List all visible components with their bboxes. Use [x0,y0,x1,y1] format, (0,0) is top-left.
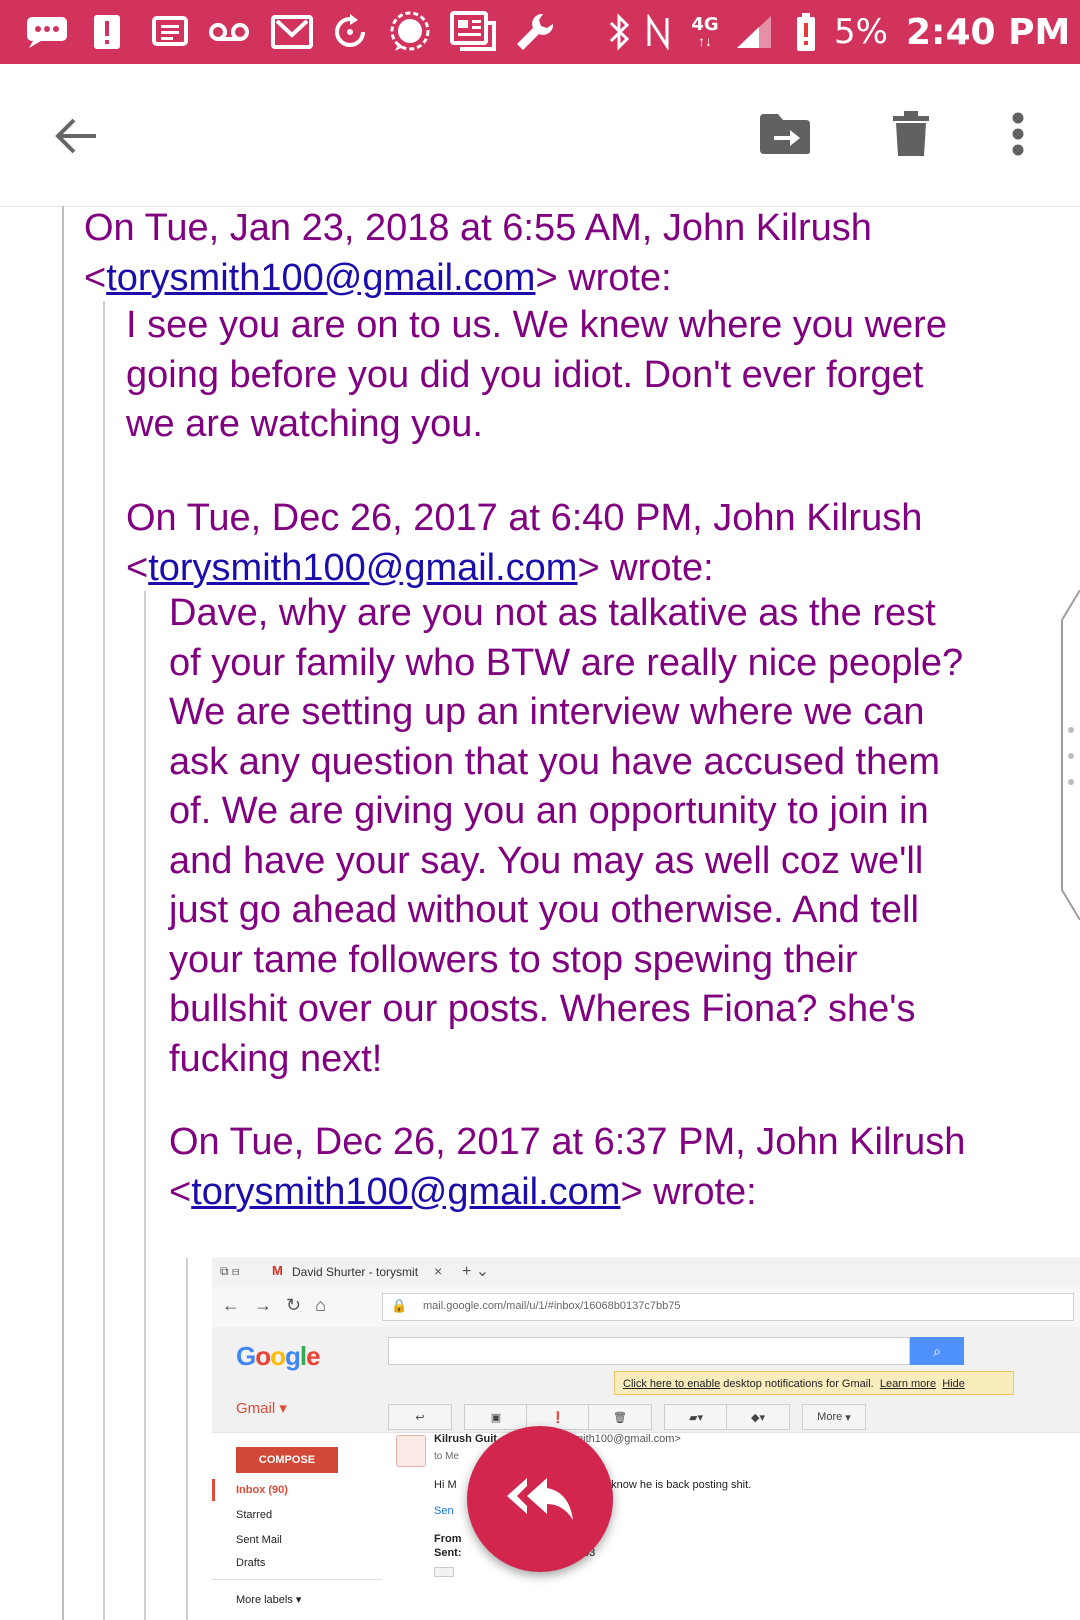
browser-address-bar: ←→↻⌂ 🔒 mail.google.com/mail/u/1/#inbox/1… [212,1287,1080,1328]
close-tab-icon: × [434,1263,443,1279]
inbox-indicator [212,1479,215,1501]
sender-name: Kilrush Guit [434,1433,497,1445]
quote-bar-level-1 [62,206,64,1620]
back-button[interactable] [40,106,110,166]
nav-sent-mail: Sent Mail [236,1534,282,1546]
app-bar [0,64,1080,207]
move-to-folder-icon [760,114,810,154]
reply-all-button[interactable] [467,1426,613,1572]
browser-nav-icons: ←→↻⌂ [222,1295,340,1315]
browser-tab-bar: ⧉ ⊟ M David Shurter - torysmit × + ⌄ [212,1257,1080,1288]
sender-email-link[interactable]: torysmith100@gmail.com [148,547,577,589]
more-toolbar-button: More ▾ [802,1404,866,1430]
tab-window-icon: ⧉ ⊟ [220,1264,240,1278]
edge-panel-handle[interactable] [1058,589,1080,921]
alert-icon [92,14,122,50]
delete-icon [893,111,929,156]
folder-toolbar-button: ▰▾ [664,1404,728,1430]
quote-bar-level-3 [144,591,146,1620]
sync-icon [330,14,370,50]
nfc-icon [642,14,674,50]
battery-percent: 5% [834,12,888,52]
quote-body-1: I see you are on to us. We knew where yo… [126,304,947,445]
quote-header-3: On Tue, Dec 26, 2017 at 6:37 PM, John Ki… [169,1121,966,1213]
quote-bar-level-4 [186,1258,188,1620]
to-line: to Me [434,1451,460,1462]
gmail-favicon-icon: M [272,1263,283,1278]
show-trimmed-icon [434,1567,454,1577]
lock-icon: 🔒 [391,1298,408,1313]
nav-more-labels: More labels ▾ [236,1594,302,1606]
network-4g-icon: 4G ↑↓ [691,14,719,49]
quote-bar-level-2 [103,301,105,1620]
news-icon [450,11,496,51]
nav-divider [212,1579,382,1580]
cell-signal-icon [734,14,774,50]
browser-tab-title: David Shurter - torysmit [292,1265,419,1279]
embedded-gmail-screenshot: ⧉ ⊟ M David Shurter - torysmit × + ⌄ ←→↻… [212,1257,1080,1620]
body-start: Hi M [434,1479,457,1491]
clock: 2:40 PM [906,12,1071,53]
sender-email-link[interactable]: torysmith100@gmail.com [106,257,535,299]
more-options-button[interactable] [998,104,1038,164]
message-icon [150,14,190,50]
signal-app-icon [386,11,434,51]
gmail-search-icon: ⌕ [910,1337,964,1365]
move-to-button[interactable] [752,104,818,164]
status-bar: 4G ↑↓ 5% 2:40 PM [0,0,1080,64]
label-toolbar-button: ◆▾ [726,1404,790,1430]
sent-link: Sen [434,1505,454,1517]
gmail-label: Gmail ▾ [236,1400,287,1417]
trash-toolbar-button: 🗑 [588,1404,652,1430]
message-body: On Tue, Jan 23, 2018 at 6:55 AM, John Ki… [0,206,1080,1620]
quote-header-1: On Tue, Jan 23, 2018 at 6:55 AM, John Ki… [84,207,872,299]
bluetooth-icon [604,13,634,51]
reply-toolbar-button: ↩ [388,1404,452,1430]
chat-bubble-icon [24,14,70,50]
quote-body-2: Dave, why are you not as talkative as th… [169,592,964,1080]
body-end: u know he is back posting shit. [602,1479,752,1491]
google-logo: Google [236,1341,321,1371]
reply-all-icon [507,1478,573,1520]
new-tab-icon: + ⌄ [462,1263,490,1280]
nav-inbox: Inbox (90) [236,1484,288,1496]
back-arrow-icon [55,118,96,154]
sender-email: mith100@gmail.com> [574,1433,681,1445]
battery-alert-icon [794,13,818,51]
quote-header-2: On Tue, Dec 26, 2017 at 6:40 PM, John Ki… [126,497,923,589]
nav-drafts: Drafts [236,1557,266,1569]
gmail-search-field [388,1337,910,1365]
url-text: mail.google.com/mail/u/1/#inbox/16068b01… [423,1300,681,1312]
from-label: From [434,1533,462,1545]
nav-starred: Starred [236,1509,273,1521]
notification-banner: Click here to enable desktop notificatio… [614,1371,1014,1395]
voicemail-icon [208,14,250,50]
sent-label: Sent: [434,1547,462,1559]
archive-toolbar-button: ▣ [464,1404,528,1430]
compose-button: COMPOSE [236,1447,338,1473]
sender-email-link[interactable]: torysmith100@gmail.com [191,1171,620,1213]
sender-avatar [396,1435,426,1467]
url-field: 🔒 mail.google.com/mail/u/1/#inbox/16068b… [382,1293,1074,1321]
delete-button[interactable] [884,104,938,164]
gmail-icon [270,14,314,50]
more-vert-icon [1012,112,1024,156]
wrench-icon [512,13,558,50]
